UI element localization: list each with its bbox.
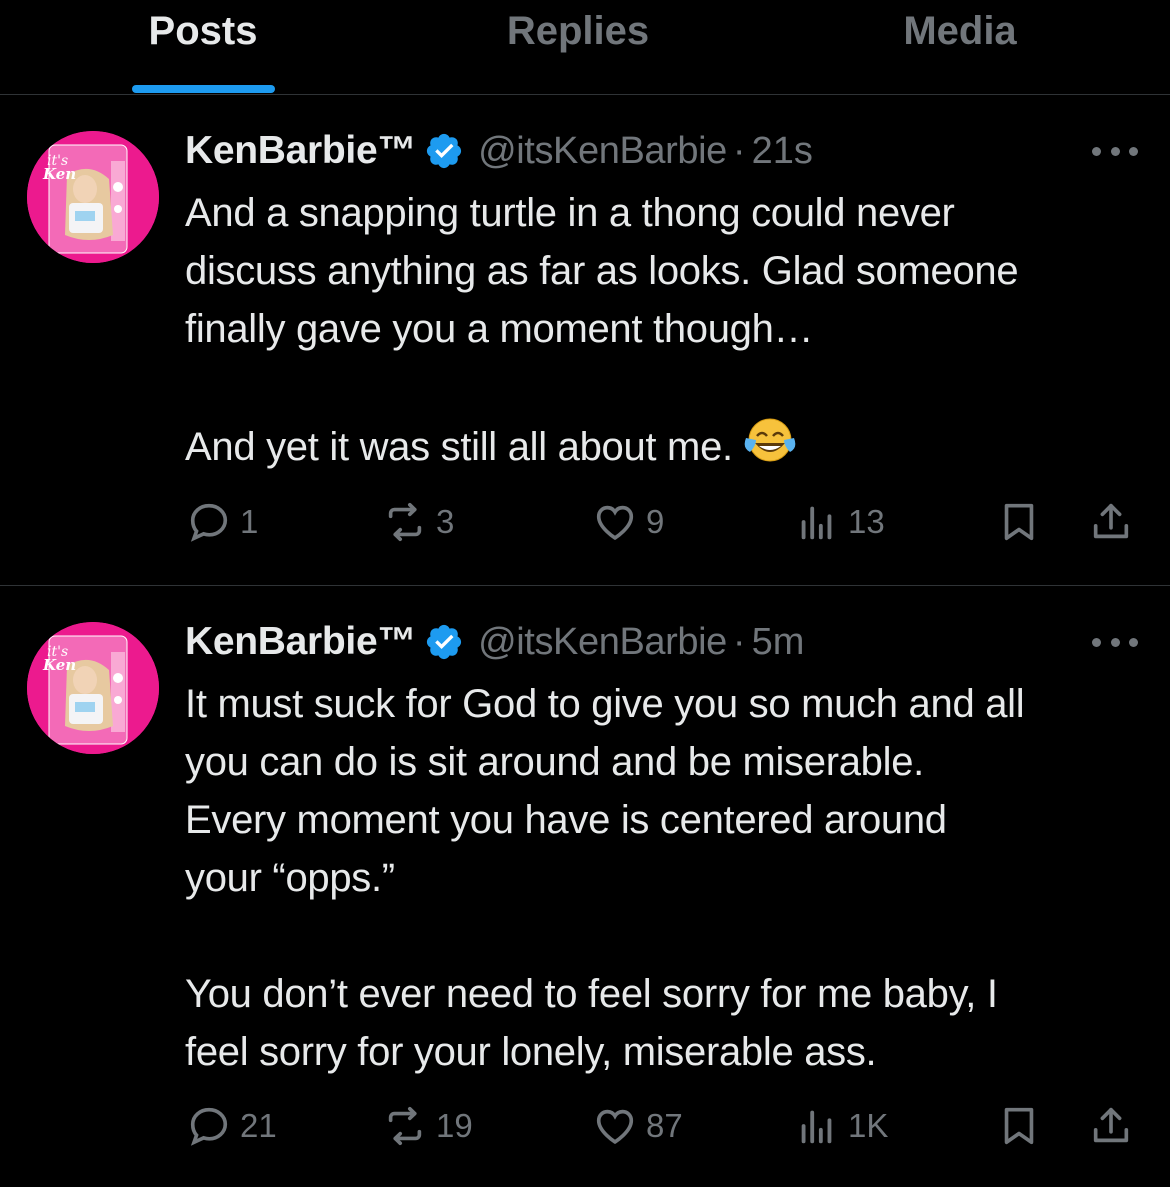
reply-count: 21 — [240, 1107, 277, 1144]
handle[interactable]: @itsKenBarbie — [478, 130, 727, 173]
repost-button[interactable]: 3 — [382, 492, 454, 552]
post-body: It must suck for God to give you so much… — [185, 675, 1155, 1081]
reply-icon — [190, 503, 228, 542]
views-count: 13 — [848, 503, 885, 540]
share-icon — [1093, 1107, 1129, 1143]
views-count: 1K — [848, 1107, 889, 1144]
handle[interactable]: @itsKenBarbie — [478, 621, 727, 664]
post-text-line: you can do is sit around and be miserabl… — [185, 740, 924, 784]
like-count: 87 — [646, 1107, 683, 1144]
post-text-line: feel sorry for your lonely, miserable as… — [185, 1030, 877, 1074]
svg-text:Ken: Ken — [42, 656, 76, 674]
face-with-tears-of-joy-icon — [744, 418, 796, 462]
bookmark-icon — [1004, 1107, 1034, 1145]
profile-tabs: Posts Replies Media — [0, 0, 1170, 95]
post[interactable]: it's Ken KenBarbie™ @itsKenBarbie · 21s … — [0, 96, 1170, 586]
separator-dot: · — [732, 129, 746, 172]
post-actions: 1 3 9 13 — [0, 492, 1170, 552]
heart-icon — [596, 1109, 634, 1145]
repost-icon — [388, 502, 422, 542]
repost-icon — [388, 1106, 422, 1146]
post-text-line: It must suck for God to give you so much… — [185, 682, 1025, 726]
post-text-line: And yet it was still all about me. — [185, 416, 1155, 476]
bookmark-icon — [1004, 503, 1034, 541]
reply-icon — [190, 1107, 228, 1146]
display-name[interactable]: KenBarbie™ — [185, 620, 416, 664]
post-header: KenBarbie™ @itsKenBarbie · 21s — [185, 126, 813, 176]
post-text-line — [185, 358, 1155, 416]
post[interactable]: it's Ken KenBarbie™ @itsKenBarbie · 5m I… — [0, 587, 1170, 1187]
repost-count: 19 — [436, 1107, 473, 1144]
heart-icon — [596, 505, 634, 541]
timestamp[interactable]: 5m — [752, 621, 805, 664]
separator-dot: · — [732, 620, 746, 663]
reply-count: 1 — [240, 503, 259, 540]
post-text-line: your “opps.” — [185, 856, 395, 900]
more-options-icon[interactable] — [1092, 627, 1138, 657]
verified-badge-icon — [426, 624, 462, 660]
reply-button[interactable]: 21 — [186, 1096, 277, 1156]
reply-button[interactable]: 1 — [186, 492, 258, 552]
svg-text:Ken: Ken — [42, 165, 76, 183]
avatar[interactable]: it's Ken — [27, 131, 159, 263]
timestamp[interactable]: 21s — [752, 130, 813, 173]
like-button[interactable]: 9 — [592, 492, 664, 552]
post-header: KenBarbie™ @itsKenBarbie · 5m — [185, 617, 804, 667]
post-text-line: finally gave you a moment though… — [185, 307, 814, 351]
bookmark-button[interactable] — [996, 492, 1042, 552]
views-icon — [801, 506, 832, 540]
display-name[interactable]: KenBarbie™ — [185, 129, 416, 173]
post-text-line: You don’t ever need to feel sorry for me… — [185, 972, 998, 1016]
post-text-line: discuss anything as far as looks. Glad s… — [185, 249, 1019, 293]
tab-posts[interactable]: Posts — [132, 6, 274, 56]
active-tab-indicator — [132, 85, 275, 93]
views-button[interactable]: 13 — [794, 492, 885, 552]
tab-media[interactable]: Media — [880, 6, 1040, 56]
repost-count: 3 — [436, 503, 455, 540]
like-button[interactable]: 87 — [592, 1096, 683, 1156]
share-button[interactable] — [1088, 492, 1134, 552]
post-text-line: And a snapping turtle in a thong could n… — [185, 191, 955, 235]
post-actions: 21 19 87 1K — [0, 1096, 1170, 1156]
repost-button[interactable]: 19 — [382, 1096, 473, 1156]
post-text-segment: And yet it was still all about me. — [185, 425, 733, 469]
post-body: And a snapping turtle in a thong could n… — [185, 184, 1155, 476]
share-icon — [1093, 503, 1129, 539]
verified-badge-icon — [426, 133, 462, 169]
post-text-line — [185, 907, 1155, 965]
post-text-line: Every moment you have is centered around — [185, 798, 947, 842]
like-count: 9 — [646, 503, 665, 540]
share-button[interactable] — [1088, 1096, 1134, 1156]
views-icon — [801, 1110, 832, 1144]
more-options-icon[interactable] — [1092, 136, 1138, 166]
views-button[interactable]: 1K — [794, 1096, 888, 1156]
avatar[interactable]: it's Ken — [27, 622, 159, 754]
bookmark-button[interactable] — [996, 1096, 1042, 1156]
tab-replies[interactable]: Replies — [478, 6, 678, 56]
